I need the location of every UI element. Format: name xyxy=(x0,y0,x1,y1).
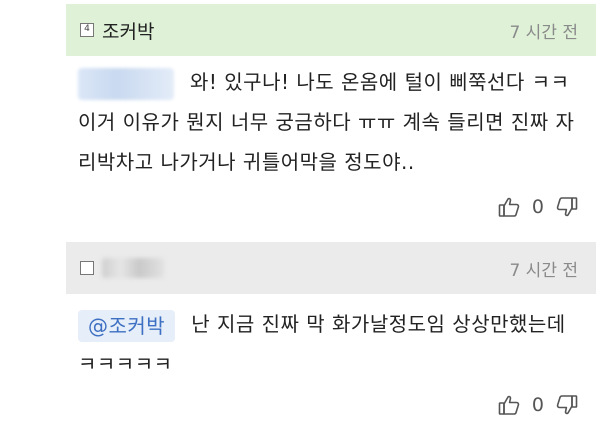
author-name[interactable]: 조커박 xyxy=(102,17,154,44)
comment-line: 리박차고 나가거나 귀틀어막을 정도야.. xyxy=(78,150,415,174)
comment-header: 4 조커박 7 시간 전 xyxy=(66,4,596,56)
comment-line: 이거 이유가 뭔지 너무 궁금하다 ㅠㅠ 계속 들리면 진짜 자 xyxy=(78,110,575,134)
upvote-count: 0 xyxy=(531,394,544,416)
comment-time: 7 시간 전 xyxy=(509,260,578,281)
thumbs-down-icon[interactable] xyxy=(554,194,580,220)
author-name-blurred[interactable] xyxy=(102,258,164,278)
comment-text: 와! 있구나! 나도 온옴에 털이 삐쭉선다 ㅋㅋ xyxy=(190,70,570,94)
comment-time: 7 시간 전 xyxy=(509,22,578,43)
level-badge-icon: 4 xyxy=(80,23,94,37)
vote-row: 0 xyxy=(496,194,580,220)
comment-author[interactable] xyxy=(80,258,164,278)
mention-tag[interactable]: @조커박 xyxy=(78,309,176,342)
comment-line: ㅋㅋㅋㅋㅋ xyxy=(78,352,173,376)
upvote-count: 0 xyxy=(531,196,544,218)
vote-row: 0 xyxy=(496,392,580,418)
thumbs-up-icon[interactable] xyxy=(496,392,522,418)
comment-author[interactable]: 4 조커박 xyxy=(80,17,154,44)
comment-header: 7 시간 전 xyxy=(66,242,596,294)
mention-tag-blurred[interactable] xyxy=(78,67,174,100)
comment-line: @조커박 난 지금 진짜 막 화가날정도임 상상만했는데 xyxy=(78,304,590,344)
comment-text: 난 지금 진짜 막 화가날정도임 상상만했는데 xyxy=(191,312,566,336)
thumbs-down-icon[interactable] xyxy=(554,392,580,418)
comment-line: 와! 있구나! 나도 온옴에 털이 삐쭉선다 ㅋㅋ xyxy=(78,62,590,102)
comment-list: 4 조커박 7 시간 전 와! 있구나! 나도 온옴에 털이 삐쭉선다 ㅋㅋ 이… xyxy=(0,0,600,433)
comment-body: @조커박 난 지금 진짜 막 화가날정도임 상상만했는데 ㅋㅋㅋㅋㅋ xyxy=(78,304,590,384)
comment-body: 와! 있구나! 나도 온옴에 털이 삐쭉선다 ㅋㅋ 이거 이유가 뭔지 너무 궁… xyxy=(78,62,590,182)
thumbs-up-icon[interactable] xyxy=(496,194,522,220)
level-badge-icon xyxy=(80,261,94,275)
